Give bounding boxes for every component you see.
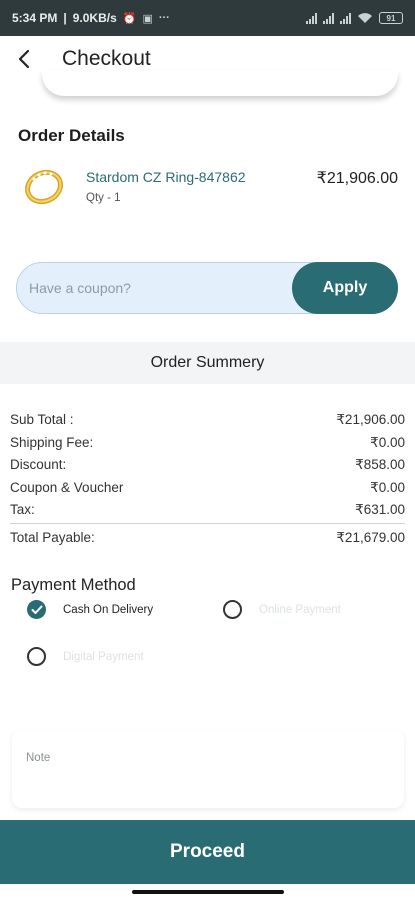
radio-unchecked[interactable] bbox=[27, 647, 46, 666]
summary-label: Sub Total : bbox=[10, 412, 74, 427]
summary-label: Coupon & Voucher bbox=[10, 479, 124, 495]
network-speed: 9.0KB/s bbox=[72, 11, 117, 25]
summary-divider bbox=[10, 522, 405, 524]
ring-image bbox=[24, 169, 64, 205]
radio-checked[interactable] bbox=[27, 600, 46, 619]
status-time: 5:34 PM bbox=[12, 11, 58, 25]
address-card-edge bbox=[42, 70, 398, 96]
summary-row-shipping: Shipping Fee: ₹0.00 bbox=[10, 433, 405, 456]
payment-option-label: Digital Payment bbox=[63, 650, 144, 663]
total-label: Total Payable: bbox=[10, 529, 95, 545]
signal-icon-3 bbox=[340, 12, 351, 24]
order-summary: Sub Total : ₹21,906.00 Shipping Fee: ₹0.… bbox=[10, 410, 405, 550]
summary-value: ₹0.00 bbox=[370, 479, 405, 495]
summary-row-total: Total Payable: ₹21,679.00 bbox=[10, 528, 405, 551]
payment-option-digital[interactable]: Digital Payment bbox=[27, 647, 144, 666]
summary-value: ₹21,906.00 bbox=[336, 412, 405, 427]
item-price: ₹21,906.00 bbox=[316, 170, 398, 187]
summary-value: ₹858.00 bbox=[355, 457, 405, 472]
item-name[interactable]: Stardom CZ Ring-847862 bbox=[86, 169, 246, 185]
alarm-icon: ⏰ bbox=[122, 12, 137, 25]
summary-row-discount: Discount: ₹858.00 bbox=[10, 455, 405, 478]
summary-label: Shipping Fee: bbox=[10, 434, 94, 450]
coupon-box: Apply bbox=[16, 262, 398, 314]
signal-icon-2 bbox=[323, 12, 334, 24]
payment-option-cod[interactable]: Cash On Delivery bbox=[27, 600, 153, 619]
summary-label: Tax: bbox=[10, 502, 35, 517]
summary-label: Discount: bbox=[10, 457, 67, 472]
check-icon bbox=[31, 605, 42, 614]
proceed-button[interactable]: Proceed bbox=[0, 820, 415, 884]
order-details-title: Order Details bbox=[18, 126, 125, 145]
home-gesture-handle[interactable] bbox=[132, 890, 284, 894]
more-notifications-icon: ··· bbox=[158, 12, 170, 24]
signal-icon bbox=[306, 12, 317, 24]
summary-value: ₹631.00 bbox=[355, 502, 405, 517]
note-box bbox=[12, 730, 404, 808]
order-item[interactable]: Stardom CZ Ring-847862 Qty - 1 ₹21,906.0… bbox=[18, 164, 400, 214]
summary-row-subtotal: Sub Total : ₹21,906.00 bbox=[10, 410, 405, 433]
back-button[interactable] bbox=[2, 37, 46, 81]
radio-unchecked[interactable] bbox=[223, 600, 242, 619]
wifi-icon bbox=[358, 13, 372, 23]
item-quantity: Qty - 1 bbox=[86, 192, 121, 204]
coupon-input[interactable] bbox=[29, 263, 289, 313]
summary-row-tax: Tax: ₹631.00 bbox=[10, 500, 405, 523]
total-value: ₹21,679.00 bbox=[336, 529, 405, 545]
back-arrow-icon bbox=[18, 49, 30, 69]
status-bar: 5:34 PM | 9.0KB/s ⏰ ▣ ··· 91 bbox=[0, 0, 415, 36]
order-summary-title: Order Summery bbox=[0, 342, 415, 384]
system-nav-bar bbox=[0, 884, 415, 900]
app-notification-icon: ▣ bbox=[142, 12, 153, 25]
page-title: Checkout bbox=[62, 47, 151, 70]
summary-value: ₹0.00 bbox=[370, 434, 405, 450]
payment-option-online[interactable]: Online Payment bbox=[223, 600, 341, 619]
summary-row-coupon: Coupon & Voucher ₹0.00 bbox=[10, 478, 405, 501]
battery-icon: 91 bbox=[379, 12, 403, 24]
payment-method-title: Payment Method bbox=[11, 576, 136, 594]
payment-option-label: Cash On Delivery bbox=[63, 603, 154, 616]
payment-option-label: Online Payment bbox=[259, 603, 341, 616]
apply-coupon-button[interactable]: Apply bbox=[292, 262, 398, 314]
note-input[interactable] bbox=[26, 752, 386, 792]
